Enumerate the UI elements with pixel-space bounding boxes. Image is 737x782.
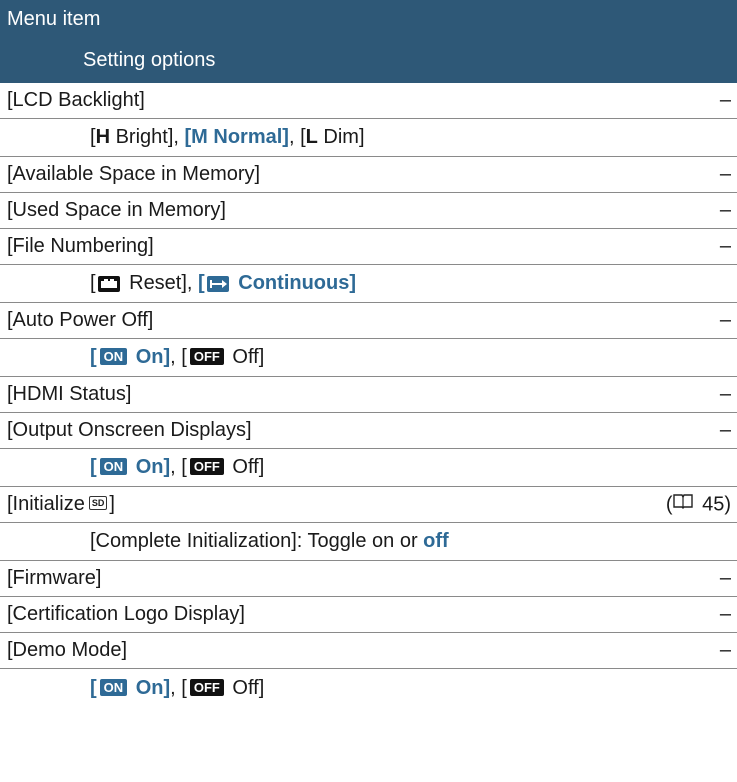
- default-option: off: [423, 530, 449, 552]
- menu-row-certification-logo: [Certification Logo Display] –: [0, 597, 737, 633]
- option-letter-l: L: [305, 126, 318, 148]
- file-numbering-continuous-icon: [206, 275, 229, 292]
- menu-item-label: [File Numbering]: [7, 235, 154, 257]
- menu-row-demo-mode: [Demo Mode] –: [0, 633, 737, 669]
- sd-card-icon: SD: [88, 496, 108, 511]
- menu-item-label: [Demo Mode]: [7, 639, 128, 661]
- menu-row-output-onscreen-displays: [Output Onscreen Displays] –: [0, 413, 737, 449]
- menu-row-used-space: [Used Space in Memory] –: [0, 193, 737, 229]
- menu-item-label: [HDMI Status]: [7, 383, 132, 405]
- menu-item-label: [LCD Backlight]: [7, 89, 145, 111]
- menu-row-available-space: [Available Space in Memory] –: [0, 157, 737, 193]
- page-reference: –: [719, 603, 731, 625]
- menu-row-file-numbering: [File Numbering] –: [0, 229, 737, 265]
- options-text: [ON On], [OFF Off]: [90, 456, 265, 478]
- menu-item-heading: Menu item: [7, 8, 101, 30]
- menu-item-label: [Auto Power Off]: [7, 309, 154, 331]
- page-reference: –: [719, 199, 731, 221]
- menu-item-label: [Output Onscreen Displays]: [7, 419, 252, 441]
- off-chip-icon: OFF: [189, 348, 224, 366]
- options-text: [ON On], [OFF Off]: [90, 676, 265, 699]
- default-option: Continuous]: [232, 272, 357, 294]
- option-letter-h: H: [95, 126, 111, 148]
- menu-item-label: [Used Space in Memory]: [7, 199, 226, 221]
- page-reference: –: [719, 163, 731, 185]
- options-row-lcd-backlight: [H Bright], [M Normal], [L Dim]: [0, 119, 737, 157]
- menu-row-firmware: [Firmware] –: [0, 561, 737, 597]
- menu-row-lcd-backlight: [LCD Backlight] –: [0, 83, 737, 119]
- options-text: [H Bright], [M Normal], [L Dim]: [90, 126, 365, 148]
- on-chip-icon: ON: [99, 678, 128, 696]
- menu-row-auto-power-off: [Auto Power Off] –: [0, 303, 737, 339]
- options-text: [ON On], [OFF Off]: [90, 346, 265, 368]
- setting-options-heading: Setting options: [83, 49, 216, 71]
- menu-item-label: [Firmware]: [7, 567, 102, 589]
- options-text: [Complete Initialization]: Toggle on or …: [90, 530, 449, 552]
- menu-row-hdmi-status: [HDMI Status] –: [0, 377, 737, 413]
- default-option: [M Normal]: [184, 126, 289, 148]
- menu-row-initialize: [Initialize SD] ( 45): [0, 487, 737, 523]
- options-row-initialize: [Complete Initialization]: Toggle on or …: [0, 523, 737, 561]
- default-option: On]: [130, 346, 171, 368]
- options-row-demo-mode: [ON On], [OFF Off]: [0, 669, 737, 707]
- on-chip-icon: ON: [99, 458, 128, 476]
- menu-item-label: [Available Space in Memory]: [7, 163, 261, 185]
- page-reference: –: [719, 639, 731, 661]
- default-option: On]: [130, 456, 171, 478]
- table-header: Menu item Setting options: [0, 0, 737, 83]
- book-reference-icon: [672, 492, 693, 515]
- off-chip-icon: OFF: [189, 678, 224, 696]
- page-reference: –: [719, 567, 731, 589]
- options-row-auto-power-off: [ON On], [OFF Off]: [0, 339, 737, 377]
- page-reference: –: [719, 235, 731, 257]
- on-chip-icon: ON: [99, 348, 128, 366]
- options-row-output-onscreen-displays: [ON On], [OFF Off]: [0, 449, 737, 487]
- file-numbering-reset-icon: [97, 275, 120, 292]
- off-chip-icon: OFF: [189, 458, 224, 476]
- options-row-file-numbering: [ Reset], [ Continuous]: [0, 265, 737, 303]
- page-reference: –: [719, 383, 731, 405]
- page-reference: –: [719, 419, 731, 441]
- page-reference: –: [719, 89, 731, 111]
- options-text: [ Reset], [ Continuous]: [90, 272, 357, 294]
- menu-item-label: [Certification Logo Display]: [7, 603, 245, 625]
- menu-item-label: [Initialize SD]: [7, 493, 115, 515]
- page-reference: ( 45): [665, 492, 731, 515]
- default-option: On]: [130, 676, 171, 699]
- page-reference: –: [719, 309, 731, 331]
